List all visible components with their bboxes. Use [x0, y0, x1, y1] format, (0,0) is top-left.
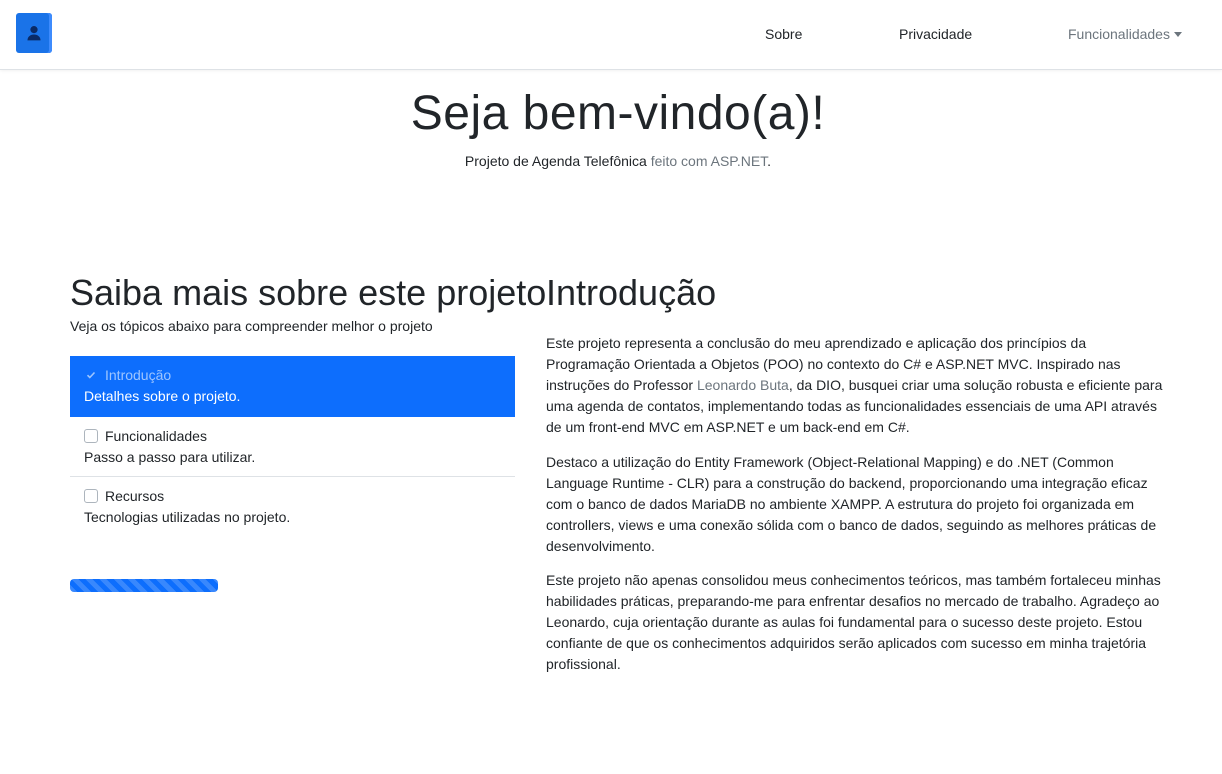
section-subtitle: Veja os tópicos abaixo para compreender …	[70, 318, 433, 334]
list-item-label: Funcionalidades	[105, 428, 207, 444]
brand-logo[interactable]	[16, 13, 52, 53]
subtitle-muted: feito com ASP.NET	[650, 153, 768, 169]
page-subtitle: Projeto de Agenda Telefônica feito com A…	[0, 153, 1222, 169]
nav-dropdown-label: Funcionalidades	[1068, 26, 1170, 42]
caret-down-icon	[1173, 32, 1182, 37]
page-title: Seja bem-vindo(a)!	[410, 87, 826, 140]
user-icon	[27, 26, 41, 41]
progress-bar	[70, 579, 218, 592]
paragraph-2: Destaco a utilização do Entity Framework…	[546, 454, 1157, 554]
subtitle-end: .	[767, 153, 772, 169]
paragraph-3: Este projeto não apenas consolidou meus …	[546, 572, 1161, 672]
list-item-desc: Detalhes sobre o projeto.	[84, 388, 241, 404]
list-item-desc: Passo a passo para utilizar.	[84, 449, 256, 465]
subtitle-main: Projeto de Agenda Telefônica	[464, 153, 647, 169]
topics-list: Introdução Detalhes sobre o projeto. Fun…	[70, 356, 515, 537]
list-item-introducao[interactable]: Introdução Detalhes sobre o projeto.	[70, 356, 515, 417]
list-item-recursos[interactable]: Recursos Tecnologias utilizadas no proje…	[70, 477, 515, 537]
professor-link[interactable]: Leonardo Buta	[697, 377, 789, 393]
checkbox[interactable]	[84, 489, 98, 503]
checkbox[interactable]	[84, 429, 98, 443]
section-title: Saiba mais sobre este projeto	[70, 272, 547, 313]
content-title: Introdução	[546, 272, 717, 313]
list-item-desc: Tecnologias utilizadas no projeto.	[84, 509, 291, 525]
check-icon[interactable]	[84, 368, 98, 382]
list-item-label: Recursos	[105, 488, 165, 504]
list-item-funcionalidades[interactable]: Funcionalidades Passo a passo para utili…	[70, 417, 515, 477]
nav-link-privacidade[interactable]: Privacidade	[899, 25, 972, 43]
nav-link-sobre[interactable]: Sobre	[765, 25, 802, 43]
paragraph-1: Este projeto representa a conclusão do m…	[546, 333, 1171, 438]
nav-dropdown-funcionalidades[interactable]: Funcionalidades	[1068, 25, 1182, 43]
navbar: Sobre Privacidade Funcionalidades	[0, 0, 1222, 70]
list-item-label: Introdução	[105, 367, 172, 383]
